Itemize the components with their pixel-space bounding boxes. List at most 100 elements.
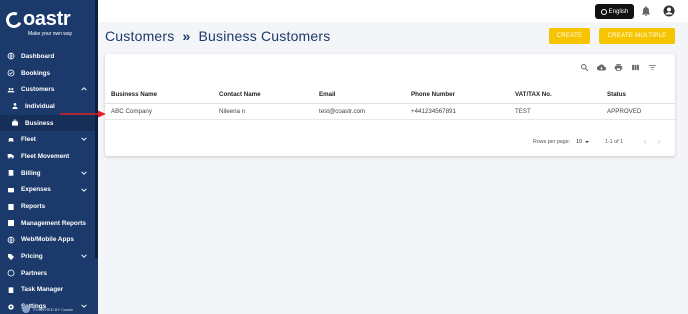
pagination: Rows per page: 10 1-1 of 1 ‹ ›	[533, 138, 663, 146]
globe-icon	[6, 52, 15, 61]
table-toolbar	[579, 62, 657, 72]
breadcrumb: Customers » Business Customers	[105, 28, 330, 44]
receipt-icon	[6, 169, 15, 178]
customers-table: Business Name Contact Name Email Phone N…	[105, 86, 675, 120]
sidebar-scrollbar[interactable]	[95, 0, 98, 258]
sidebar-item-management-reports[interactable]: Management Reports	[0, 215, 95, 232]
language-icon	[600, 8, 607, 15]
sidebar-item-label: Dashboard	[21, 52, 55, 60]
pagination-range: 1-1 of 1	[605, 139, 623, 145]
chevron-down-icon	[81, 136, 87, 142]
sidebar-item-label: Task Manager	[21, 286, 64, 294]
sidebar-item-reports[interactable]: Reports	[0, 198, 95, 215]
tag-icon	[6, 252, 15, 261]
check-circle-icon	[6, 69, 15, 78]
sidebar-item-expenses[interactable]: Expenses	[0, 182, 95, 199]
chevron-down-icon	[81, 170, 87, 176]
powered-logo-icon	[22, 305, 30, 313]
cell-business-name[interactable]: ABC Company	[105, 103, 213, 120]
sidebar-item-fleet-movement[interactable]: Fleet Movement	[0, 148, 95, 165]
cell-email: test@coastr.com	[313, 103, 405, 120]
table-row[interactable]: ABC Company Nileena n test@coastr.com +4…	[105, 103, 675, 120]
create-button[interactable]: CREATE	[549, 28, 590, 44]
rows-per-page-select[interactable]: 10	[576, 139, 590, 145]
user-account-icon[interactable]	[663, 4, 675, 17]
sidebar-item-label: Fleet Movement	[21, 152, 70, 160]
chevron-left-icon[interactable]: ‹	[641, 138, 649, 146]
table-header-row: Business Name Contact Name Email Phone N…	[105, 86, 675, 104]
print-icon[interactable]	[613, 62, 623, 72]
clipboard-icon	[6, 285, 15, 294]
car-icon	[6, 135, 15, 144]
annotation-arrow-icon	[60, 110, 106, 118]
sidebar-item-label: Expenses	[21, 186, 51, 194]
sidebar-item-label: Management Reports	[21, 219, 86, 227]
truck-icon	[6, 152, 15, 161]
rows-per-page-label: Rows per page:	[533, 139, 571, 145]
column-header[interactable]: VAT/TAX No.	[509, 86, 601, 104]
sidebar-item-label: Pricing	[21, 253, 43, 261]
column-header[interactable]: Contact Name	[213, 86, 313, 104]
breadcrumb-separator: »	[182, 28, 191, 44]
create-multiple-button[interactable]: CREATE MULTIPLE	[599, 28, 675, 44]
handshake-icon	[6, 269, 15, 278]
column-header[interactable]: Business Name	[105, 86, 213, 104]
wallet-icon	[6, 185, 15, 194]
sidebar-item-label: Reports	[21, 203, 46, 211]
chevron-up-icon	[81, 86, 87, 92]
cell-contact-name: Nileena n	[213, 103, 313, 120]
logo-c-mark	[3, 9, 25, 30]
page-title: Business Customers	[198, 28, 331, 44]
chevron-down-icon	[81, 187, 87, 193]
cloud-download-icon[interactable]	[596, 62, 606, 72]
cell-vat: TEST	[509, 103, 601, 120]
column-header[interactable]: Status	[601, 86, 675, 104]
sidebar-item-dashboard[interactable]: Dashboard	[0, 48, 95, 65]
column-header[interactable]: Email	[313, 86, 405, 104]
sidebar-item-label: Business	[25, 119, 54, 127]
globe-icon	[6, 235, 15, 244]
sidebar-item-pricing[interactable]: Pricing	[0, 248, 95, 265]
customers-table-card: Business Name Contact Name Email Phone N…	[105, 54, 675, 156]
filter-icon[interactable]	[647, 62, 657, 72]
language-button[interactable]: English	[595, 4, 634, 19]
users-icon	[6, 85, 15, 94]
person-icon	[10, 102, 19, 111]
sidebar-item-web-mobile-apps[interactable]: Web/Mobile Apps	[0, 232, 95, 249]
chevron-down-icon	[81, 253, 87, 259]
column-header[interactable]: Phone Number	[405, 86, 509, 104]
briefcase-icon	[10, 119, 19, 128]
sidebar-item-fleet[interactable]: Fleet	[0, 131, 95, 148]
sidebar-item-label: Web/Mobile Apps	[21, 236, 74, 244]
sidebar-item-label: Bookings	[21, 69, 51, 77]
language-label: English	[608, 8, 629, 15]
sidebar-item-label: Fleet	[21, 136, 36, 144]
search-icon[interactable]	[579, 62, 589, 72]
sidebar-item-bookings[interactable]: Bookings	[0, 65, 95, 82]
sidebar-nav: Dashboard Bookings Customers Individual Busi…	[0, 48, 95, 314]
sidebar-item-label: Billing	[21, 169, 41, 177]
sidebar-item-task-manager[interactable]: Task Manager	[0, 282, 95, 299]
sidebar-item-customers[interactable]: Customers	[0, 81, 95, 98]
view-columns-icon[interactable]	[630, 62, 640, 72]
chevron-right-icon[interactable]: ›	[655, 138, 663, 146]
top-bar: English	[98, 0, 688, 22]
brand-name: oastr	[23, 8, 71, 30]
sidebar-item-label: Customers	[21, 86, 55, 94]
bell-icon[interactable]	[640, 4, 652, 16]
report-icon	[6, 202, 15, 211]
breadcrumb-customers[interactable]: Customers	[105, 28, 174, 44]
gear-icon	[6, 302, 15, 311]
cell-status: APPROVED	[601, 103, 675, 120]
logo[interactable]: oastr Make your own way	[3, 8, 86, 38]
cell-phone: +441234567891	[405, 103, 509, 120]
sidebar-item-billing[interactable]: Billing	[0, 165, 95, 182]
caret-down-icon	[585, 141, 590, 143]
sidebar: oastr Make your own way Dashboard Booking…	[0, 0, 98, 314]
brand-tagline: Make your own way	[28, 31, 73, 37]
sidebar-item-label: Partners	[21, 269, 47, 277]
powered-by: POWERED BY Coastr	[22, 305, 73, 313]
sidebar-item-partners[interactable]: Partners	[0, 265, 95, 282]
chevron-down-icon	[81, 303, 87, 309]
chart-icon	[6, 219, 15, 228]
